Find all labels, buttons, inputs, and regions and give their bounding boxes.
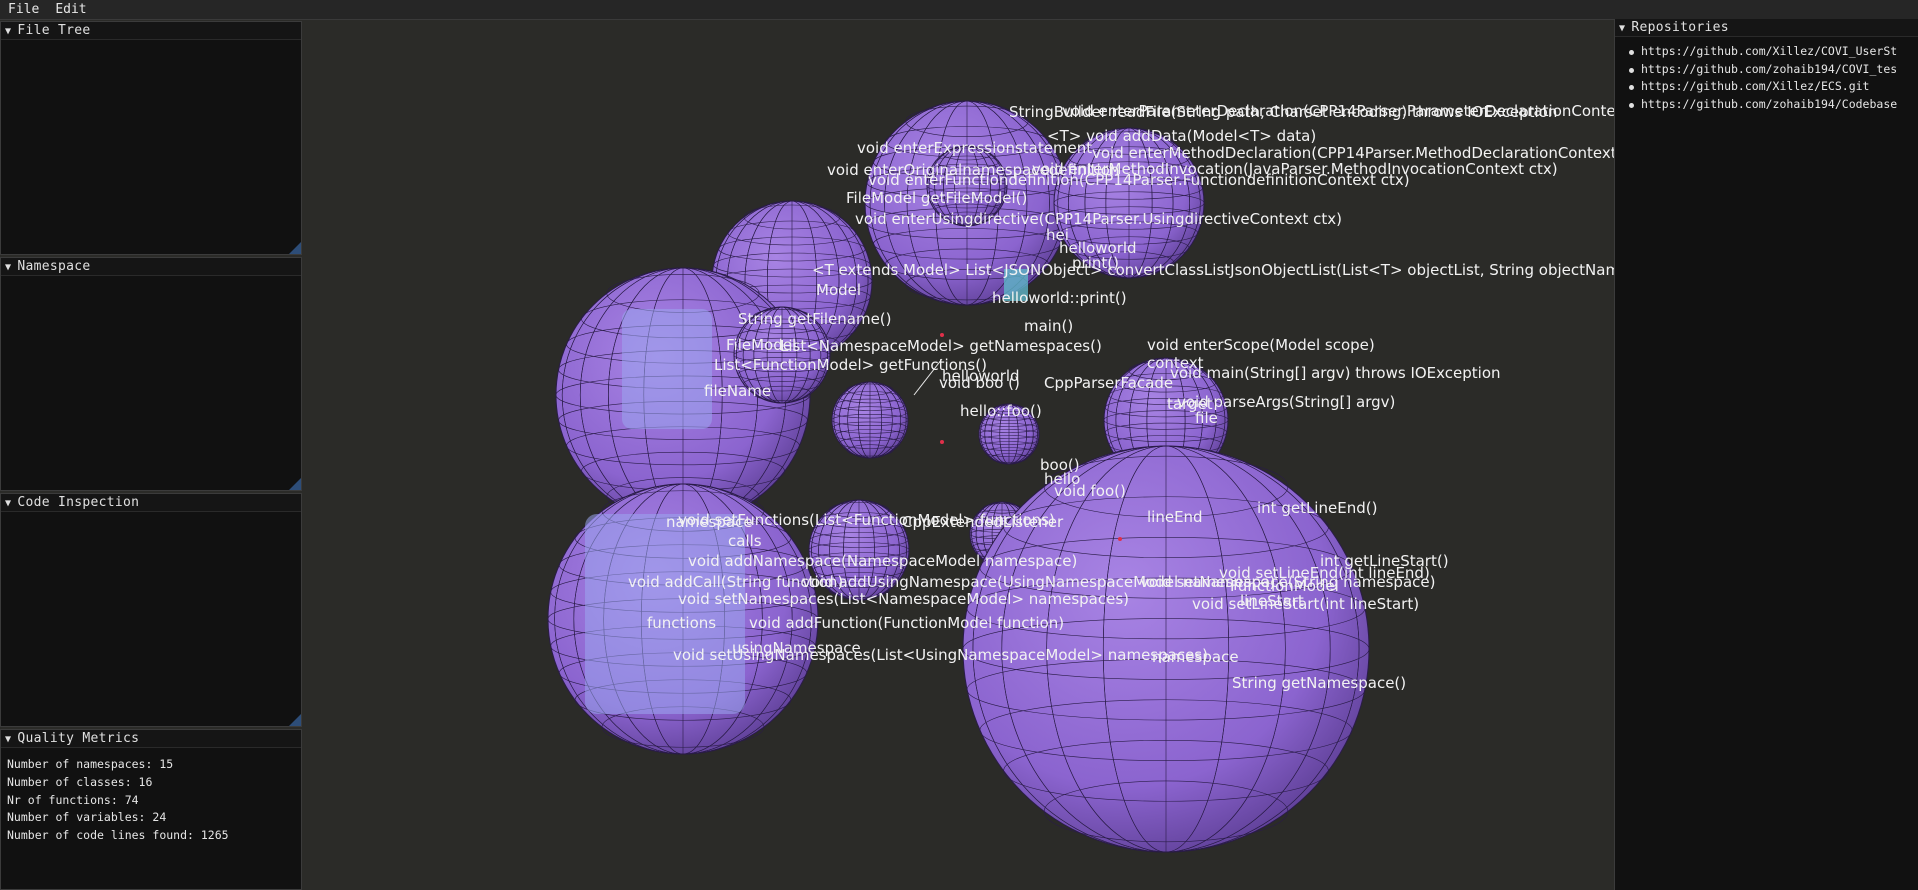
code-label[interactable]: Model — [816, 282, 861, 298]
repositories-panel: ▼ Repositories https://github.com/Xillez/… — [1614, 19, 1918, 890]
code-label[interactable]: void enterMethodDeclaration(CPP14Parser.… — [1092, 145, 1614, 161]
code-label[interactable]: <T extends Model> List<JSONObject> conve… — [812, 262, 1614, 278]
code-label[interactable]: void enterFunctiondefinition(CPP14Parser… — [868, 172, 1410, 188]
namespace-panel: ▼ Namespace — [0, 257, 302, 491]
code-label[interactable]: hello::foo() — [960, 403, 1042, 419]
collapse-triangle-icon[interactable]: ▼ — [5, 495, 11, 512]
code-label[interactable]: <T> void addData(Model<T> data) — [1047, 128, 1316, 144]
file-tree-title: File Tree — [17, 23, 91, 38]
metric-code-lines: Number of code lines found: 1265 — [7, 828, 229, 843]
code-inspection-title: Code Inspection — [17, 495, 140, 510]
code-inspection-panel: ▼ Code Inspection — [0, 493, 302, 727]
metrics-list: Number of namespaces: 15 Number of class… — [1, 748, 301, 845]
code-label[interactable]: void enterUsingdirective(CPP14Parser.Usi… — [855, 211, 1342, 227]
quality-metrics-header[interactable]: ▼ Quality Metrics — [1, 730, 301, 748]
repository-link[interactable]: https://github.com/Xillez/COVI_UserSt — [1629, 43, 1918, 61]
menu-bar: File Edit — [0, 0, 1918, 20]
metric-variables: Number of variables: 24 — [7, 810, 167, 825]
code-label[interactable]: main() — [1024, 318, 1073, 334]
code-label[interactable]: functions — [647, 615, 716, 631]
code-label[interactable]: helloworld::print() — [992, 290, 1127, 306]
code-inspection-header[interactable]: ▼ Code Inspection — [1, 494, 301, 512]
code-label[interactable]: CppParserFacade — [1044, 375, 1173, 391]
code-label[interactable]: void main(String[] argv) throws IOExcept… — [1170, 365, 1501, 381]
code-label[interactable]: void setLineStart(int lineStart) — [1192, 596, 1419, 612]
collapse-triangle-icon[interactable]: ▼ — [1619, 20, 1625, 37]
code-label[interactable]: String getFilename() — [738, 311, 892, 327]
menu-edit[interactable]: Edit — [47, 0, 94, 19]
code-label[interactable]: String getNamespace() — [1232, 675, 1406, 691]
repository-list: https://github.com/Xillez/COVI_UserSt ht… — [1615, 37, 1918, 113]
code-label[interactable]: namespace — [666, 514, 753, 530]
code-label[interactable]: int getLineEnd() — [1257, 500, 1377, 516]
collapse-triangle-icon[interactable]: ▼ — [5, 731, 11, 748]
metric-functions: Nr of functions: 74 — [7, 792, 139, 807]
namespace-title: Namespace — [17, 259, 91, 274]
code-label[interactable]: file — [1195, 410, 1218, 426]
resize-grip-icon[interactable] — [289, 242, 301, 254]
collapse-triangle-icon[interactable]: ▼ — [5, 259, 11, 276]
menu-file[interactable]: File — [0, 0, 47, 19]
repository-link[interactable]: https://github.com/zohaib194/COVI_tes — [1629, 61, 1918, 79]
collapse-triangle-icon[interactable]: ▼ — [5, 23, 11, 40]
code-label[interactable]: CppExtendedListener — [902, 514, 1063, 530]
quality-metrics-panel: ▼ Quality Metrics Number of namespaces: 1… — [0, 729, 302, 890]
code-label[interactable]: List<NamespaceModel> getNamespaces() — [780, 338, 1102, 354]
file-tree-panel: ▼ File Tree — [0, 21, 302, 255]
code-label[interactable]: fileName — [704, 383, 771, 399]
file-tree-header[interactable]: ▼ File Tree — [1, 22, 301, 40]
code-label[interactable]: void foo() — [1054, 483, 1126, 499]
code-label[interactable]: calls — [728, 533, 762, 549]
resize-grip-icon[interactable] — [289, 478, 301, 490]
repository-link[interactable]: https://github.com/Xillez/ECS.git — [1629, 78, 1918, 96]
code-label[interactable]: void parseArgs(String[] argv) — [1177, 394, 1395, 410]
quality-metrics-title: Quality Metrics — [17, 731, 140, 746]
metric-namespaces: Number of namespaces: 15 — [7, 757, 174, 771]
repositories-title: Repositories — [1631, 20, 1729, 35]
code-label[interactable]: lineEnd — [1147, 509, 1203, 525]
namespace-header[interactable]: ▼ Namespace — [1, 258, 301, 276]
code-label[interactable]: StringBuilder readFile(String path, Char… — [1009, 104, 1557, 120]
3d-viewport[interactable]: void enterParameterDeclaration(CPP14Pars… — [302, 19, 1614, 890]
resize-grip-icon[interactable] — [289, 714, 301, 726]
code-label[interactable]: void boo () — [939, 375, 1020, 391]
code-label[interactable]: void addNamespace(NamespaceModel namespa… — [688, 553, 1077, 569]
code-label[interactable]: namespace — [1152, 649, 1239, 665]
code-label[interactable]: FileModel getFileModel() — [846, 190, 1027, 206]
code-label[interactable]: void enterScope(Model scope) — [1147, 337, 1375, 353]
code-label[interactable]: void addFunction(FunctionModel function) — [749, 615, 1064, 631]
code-label[interactable]: void setNamespaces(List<NamespaceModel> … — [678, 591, 1129, 607]
metric-classes: Number of classes: 16 — [7, 774, 153, 789]
repositories-header[interactable]: ▼ Repositories — [1615, 19, 1918, 37]
code-label[interactable]: void setUsingNamespaces(List<UsingNamesp… — [673, 647, 1208, 663]
repository-link[interactable]: https://github.com/zohaib194/Codebase — [1629, 96, 1918, 114]
